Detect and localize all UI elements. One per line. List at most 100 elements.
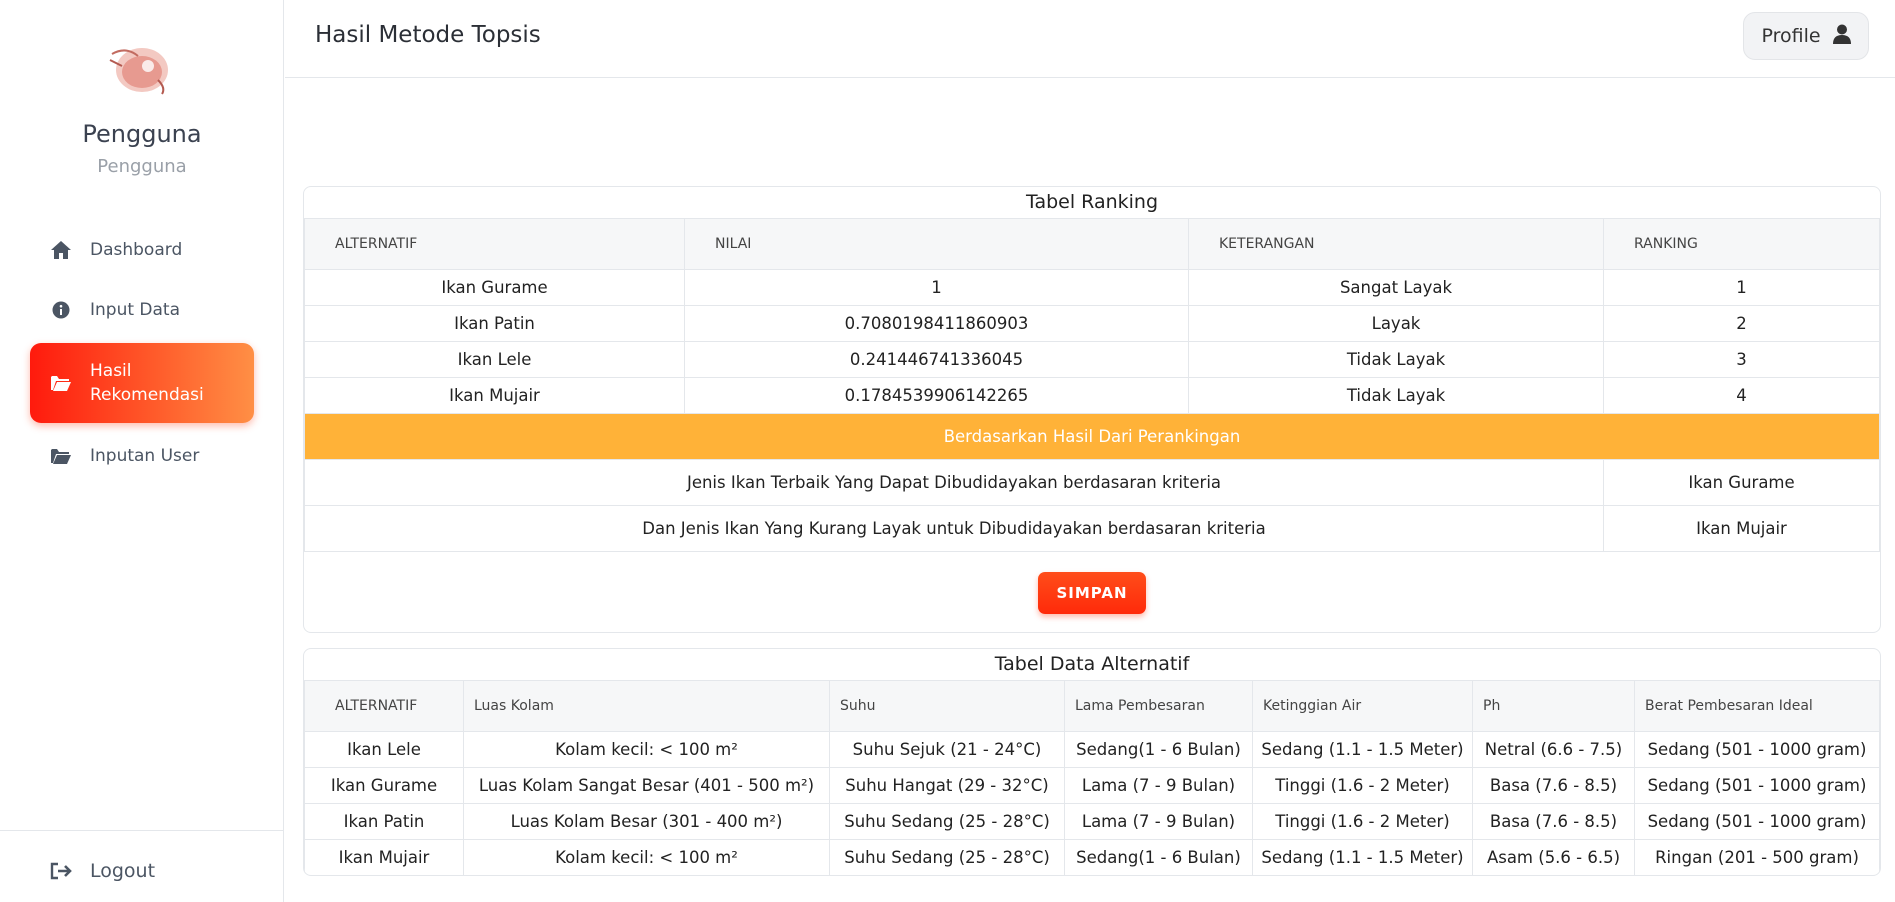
home-icon (46, 240, 76, 260)
sidebar-item-label: Hasil Rekomendasi (90, 361, 204, 405)
avatar (104, 36, 176, 96)
folder-open-icon (46, 447, 76, 465)
column-header: Berat Pembesaran Ideal (1634, 680, 1880, 732)
table-cell: Sedang (1.1 - 1.5 Meter) (1252, 839, 1473, 875)
sidebar-item-hasil-rekomendasi[interactable]: Hasil Rekomendasi (30, 343, 254, 423)
table-cell: Ringan (201 - 500 gram) (1634, 839, 1880, 875)
column-header: Lama Pembesaran (1064, 680, 1253, 732)
column-header: ALTERNATIF (304, 218, 685, 270)
table-cell: 1 (1603, 269, 1880, 306)
column-header: NILAI (684, 218, 1189, 270)
table-cell: Luas Kolam Besar (301 - 400 m²) (463, 803, 830, 840)
folder-open-icon (46, 374, 76, 392)
table-cell: Ikan Lele (304, 341, 685, 378)
sidebar-item-label: Input Data (90, 300, 181, 320)
table-row: Ikan Mujair Kolam kecil: < 100 m² Suhu S… (304, 839, 1880, 875)
table-cell: Tidak Layak (1188, 377, 1604, 414)
sidebar: Pengguna Pengguna Dashboard Input Data H… (0, 0, 284, 902)
ranking-title: Tabel Ranking (1025, 191, 1159, 213)
info-circle-icon (46, 301, 76, 319)
page-title: Hasil Metode Topsis (315, 22, 541, 48)
table-cell: Ikan Patin (304, 305, 685, 342)
profile-label: Profile (1761, 25, 1821, 47)
table-cell: Sedang (501 - 1000 gram) (1634, 767, 1880, 804)
worst-fish-row: Dan Jenis Ikan Yang Kurang Layak untuk D… (304, 505, 1880, 552)
result-banner: Berdasarkan Hasil Dari Perankingan (304, 413, 1880, 460)
table-cell: Sedang (501 - 1000 gram) (1634, 803, 1880, 840)
table-cell: Ikan Gurame (304, 269, 685, 306)
table-cell: Sedang (1.1 - 1.5 Meter) (1252, 731, 1473, 768)
table-cell: 0.1784539906142265 (684, 377, 1189, 414)
alternatif-card: Tabel Data Alternatif ALTERNATIF Luas Ko… (303, 648, 1881, 876)
table-row: Ikan Gurame Luas Kolam Sangat Besar (401… (304, 767, 1880, 804)
logout-button[interactable]: Logout (30, 853, 254, 889)
sidebar-item-label: Inputan User (90, 446, 200, 466)
table-cell: Suhu Sedang (25 - 28°C) (829, 839, 1065, 875)
save-row: SIMPAN (304, 572, 1880, 614)
table-cell: Sedang(1 - 6 Bulan) (1064, 731, 1253, 768)
worst-fish-value: Ikan Mujair (1603, 505, 1880, 552)
table-cell: Kolam kecil: < 100 m² (463, 839, 830, 875)
table-cell: Ikan Gurame (304, 767, 464, 804)
table-cell: Layak (1188, 305, 1604, 342)
table-cell: Tidak Layak (1188, 341, 1604, 378)
user-name: Pengguna (82, 120, 202, 148)
table-cell: Asam (5.6 - 6.5) (1472, 839, 1635, 875)
table-cell: Suhu Sejuk (21 - 24°C) (829, 731, 1065, 768)
alternatif-title: Tabel Data Alternatif (994, 653, 1190, 675)
ranking-card: Tabel Ranking ALTERNATIF NILAI KETERANGA… (303, 186, 1881, 633)
table-cell: Tinggi (1.6 - 2 Meter) (1252, 803, 1473, 840)
best-fish-value: Ikan Gurame (1603, 459, 1880, 506)
column-header: Suhu (829, 680, 1065, 732)
table-row: Ikan Mujair 0.1784539906142265 Tidak Lay… (304, 377, 1880, 414)
table-row: Ikan Gurame 1 Sangat Layak 1 (304, 269, 1880, 306)
column-header: ALTERNATIF (304, 680, 464, 732)
table-cell: Tinggi (1.6 - 2 Meter) (1252, 767, 1473, 804)
table-cell: 3 (1603, 341, 1880, 378)
table-cell: Sedang(1 - 6 Bulan) (1064, 839, 1253, 875)
column-header: Ketinggian Air (1252, 680, 1473, 732)
table-row: Ikan Patin Luas Kolam Besar (301 - 400 m… (304, 803, 1880, 840)
table-cell: Netral (6.6 - 7.5) (1472, 731, 1635, 768)
table-cell: Suhu Sedang (25 - 28°C) (829, 803, 1065, 840)
column-header: RANKING (1603, 218, 1880, 270)
table-cell: Ikan Mujair (304, 839, 464, 875)
logout-icon (46, 862, 76, 880)
table-row: Ikan Lele 0.241446741336045 Tidak Layak … (304, 341, 1880, 378)
table-cell: Suhu Hangat (29 - 32°C) (829, 767, 1065, 804)
ranking-table: ALTERNATIF NILAI KETERANGAN RANKING Ikan… (304, 218, 1880, 552)
table-cell: 4 (1603, 377, 1880, 414)
table-cell: Lama (7 - 9 Bulan) (1064, 767, 1253, 804)
table-cell: Luas Kolam Sangat Besar (401 - 500 m²) (463, 767, 830, 804)
table-cell: Sangat Layak (1188, 269, 1604, 306)
table-cell: Basa (7.6 - 8.5) (1472, 803, 1635, 840)
sidebar-item-input-data[interactable]: Input Data (30, 292, 254, 328)
table-cell: Ikan Lele (304, 731, 464, 768)
sidebar-item-inputan-user[interactable]: Inputan User (30, 438, 254, 474)
user-icon (1832, 24, 1851, 49)
result-banner-text: Berdasarkan Hasil Dari Perankingan (304, 413, 1880, 460)
save-button[interactable]: SIMPAN (1038, 572, 1146, 614)
table-cell: Ikan Mujair (304, 377, 685, 414)
table-cell: Ikan Patin (304, 803, 464, 840)
sidebar-item-label: Dashboard (90, 240, 183, 260)
column-header: KETERANGAN (1188, 218, 1604, 270)
table-cell: 2 (1603, 305, 1880, 342)
best-fish-label: Jenis Ikan Terbaik Yang Dapat Dibudidaya… (304, 459, 1604, 506)
table-cell: 0.7080198411860903 (684, 305, 1189, 342)
column-header: Ph (1472, 680, 1635, 732)
table-cell: 0.241446741336045 (684, 341, 1189, 378)
table-cell: 1 (684, 269, 1189, 306)
best-fish-row: Jenis Ikan Terbaik Yang Dapat Dibudidaya… (304, 459, 1880, 506)
table-cell: Basa (7.6 - 8.5) (1472, 767, 1635, 804)
user-role: Pengguna (97, 156, 187, 177)
sidebar-item-dashboard[interactable]: Dashboard (30, 232, 254, 268)
table-cell: Lama (7 - 9 Bulan) (1064, 803, 1253, 840)
table-cell: Sedang (501 - 1000 gram) (1634, 731, 1880, 768)
table-cell: Kolam kecil: < 100 m² (463, 731, 830, 768)
profile-button[interactable]: Profile (1743, 12, 1869, 60)
top-header: Hasil Metode Topsis Profile (285, 0, 1895, 78)
sidebar-footer: Logout (0, 830, 284, 882)
worst-fish-label: Dan Jenis Ikan Yang Kurang Layak untuk D… (304, 505, 1604, 552)
column-header: Luas Kolam (463, 680, 830, 732)
